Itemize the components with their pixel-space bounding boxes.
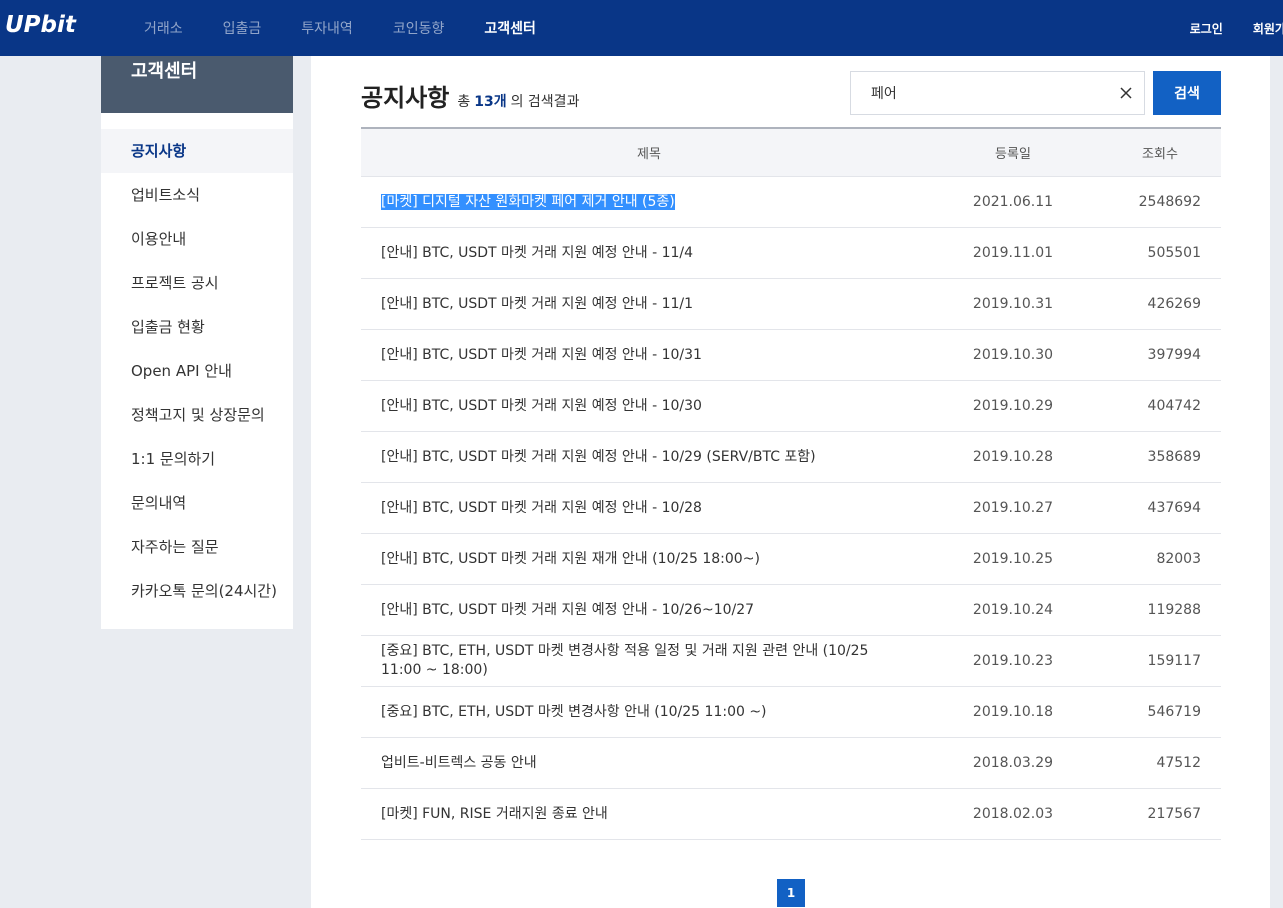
sidebar-item-project-disclosure[interactable]: 프로젝트 공시 — [101, 261, 293, 305]
notice-date: 2019.10.28 — [972, 449, 1054, 465]
notice-views: 397994 — [1147, 347, 1201, 363]
notice-title[interactable]: [마켓] 디지털 자산 원화마켓 페어 제거 안내 (5종) — [381, 193, 675, 210]
sidebar: 고객센터 공지사항 업비트소식 이용안내 프로젝트 공시 입출금 현황 Open… — [101, 56, 293, 629]
notice-table: 제목 등록일 조회수 [마켓] 디지털 자산 원화마켓 페어 제거 안내 (5종… — [361, 127, 1221, 840]
sidebar-item-policy-listing[interactable]: 정책고지 및 상장문의 — [101, 393, 293, 437]
nav-item-coin-trends[interactable]: 코인동향 — [393, 18, 445, 38]
notice-title[interactable]: [중요] BTC, ETH, USDT 마켓 변경사항 안내 (10/25 11… — [361, 703, 937, 722]
notice-views: 505501 — [1147, 245, 1201, 261]
nav-item-investments[interactable]: 투자내역 — [301, 18, 353, 38]
table-row[interactable]: [안내] BTC, USDT 마켓 거래 지원 예정 안내 - 11/1 201… — [361, 279, 1221, 330]
result-prefix: 총 — [457, 94, 471, 110]
notice-date: 2019.10.25 — [972, 551, 1054, 567]
notice-date: 2019.10.27 — [972, 500, 1054, 516]
notice-title[interactable]: [중요] BTC, ETH, USDT 마켓 변경사항 적용 일정 및 거래 지… — [361, 642, 937, 680]
notice-date: 2018.03.29 — [972, 755, 1054, 771]
sidebar-item-inquiry-history[interactable]: 문의내역 — [101, 481, 293, 525]
upbit-logo[interactable]: UPbit — [5, 12, 76, 38]
result-count: 13개 — [474, 94, 507, 110]
notice-date: 2018.02.03 — [972, 806, 1054, 822]
search-input[interactable] — [851, 72, 1091, 114]
notice-views: 404742 — [1147, 398, 1201, 414]
nav-item-deposit-withdraw[interactable]: 입출금 — [223, 18, 262, 38]
notice-title[interactable]: [안내] BTC, USDT 마켓 거래 지원 예정 안내 - 10/30 — [361, 397, 937, 416]
search-box — [850, 71, 1145, 115]
notice-views: 2548692 — [1138, 194, 1201, 210]
notice-title[interactable]: [안내] BTC, USDT 마켓 거래 지원 예정 안내 - 11/4 — [361, 244, 937, 263]
notice-date: 2019.11.01 — [972, 245, 1054, 261]
table-header: 제목 등록일 조회수 — [361, 129, 1221, 177]
notice-title[interactable]: [안내] BTC, USDT 마켓 거래 지원 예정 안내 - 10/29 (S… — [361, 448, 937, 467]
notice-title[interactable]: [안내] BTC, USDT 마켓 거래 지원 예정 안내 - 10/28 — [361, 499, 937, 518]
notice-title[interactable]: [안내] BTC, USDT 마켓 거래 지원 예정 안내 - 10/31 — [361, 346, 937, 365]
main-content: 공지사항 총 13개 의 검색결과 검색 제목 등록일 조회수 [마켓] 디지털… — [311, 56, 1270, 908]
main-nav: 거래소 입출금 투자내역 코인동향 고객센터 — [144, 0, 576, 56]
notice-title[interactable]: [안내] BTC, USDT 마켓 거래 지원 예정 안내 - 11/1 — [361, 295, 937, 314]
sidebar-menu: 공지사항 업비트소식 이용안내 프로젝트 공시 입출금 현황 Open API … — [101, 113, 293, 613]
table-row[interactable]: [안내] BTC, USDT 마켓 거래 지원 예정 안내 - 10/26~10… — [361, 585, 1221, 636]
notice-date: 2019.10.30 — [972, 347, 1054, 363]
table-row[interactable]: [안내] BTC, USDT 마켓 거래 지원 재개 안내 (10/25 18:… — [361, 534, 1221, 585]
notice-views: 437694 — [1147, 500, 1201, 516]
notice-title[interactable]: [안내] BTC, USDT 마켓 거래 지원 재개 안내 (10/25 18:… — [361, 550, 937, 569]
column-header-title: 제목 — [637, 147, 661, 162]
sidebar-item-upbit-news[interactable]: 업비트소식 — [101, 173, 293, 217]
search-button[interactable]: 검색 — [1153, 71, 1221, 115]
login-link[interactable]: 로그인 — [1190, 20, 1223, 37]
table-row[interactable]: [마켓] 디지털 자산 원화마켓 페어 제거 안내 (5종) 2021.06.1… — [361, 177, 1221, 228]
result-suffix: 의 검색결과 — [510, 94, 580, 110]
sidebar-item-notices[interactable]: 공지사항 — [101, 129, 293, 173]
sidebar-item-one-on-one[interactable]: 1:1 문의하기 — [101, 437, 293, 481]
notice-date: 2021.06.11 — [972, 194, 1054, 210]
notice-views: 217567 — [1147, 806, 1201, 822]
pagination-page-button[interactable]: 1 — [777, 879, 805, 907]
signup-link[interactable]: 회원가입 — [1253, 20, 1283, 37]
notice-date: 2019.10.24 — [972, 602, 1054, 618]
notice-title[interactable]: [마켓] FUN, RISE 거래지원 종료 안내 — [361, 805, 937, 824]
table-row[interactable]: [안내] BTC, USDT 마켓 거래 지원 예정 안내 - 11/4 201… — [361, 228, 1221, 279]
table-row[interactable]: [안내] BTC, USDT 마켓 거래 지원 예정 안내 - 10/30 20… — [361, 381, 1221, 432]
page-title: 공지사항 총 13개 의 검색결과 — [361, 78, 579, 113]
notice-views: 159117 — [1147, 653, 1201, 669]
account-links: 로그인 회원가입 — [1160, 0, 1283, 56]
notice-date: 2019.10.31 — [972, 296, 1054, 312]
top-navigation-bar: UPbit 거래소 입출금 투자내역 코인동향 고객센터 로그인 회원가입 — [0, 0, 1283, 56]
sidebar-item-deposit-status[interactable]: 입출금 현황 — [101, 305, 293, 349]
nav-item-exchange[interactable]: 거래소 — [144, 18, 183, 38]
sidebar-item-kakaotalk[interactable]: 카카오톡 문의(24시간) — [101, 569, 293, 613]
table-row[interactable]: [안내] BTC, USDT 마켓 거래 지원 예정 안내 - 10/31 20… — [361, 330, 1221, 381]
close-icon[interactable] — [1118, 85, 1134, 101]
notice-views: 119288 — [1147, 602, 1201, 618]
nav-item-customer-center[interactable]: 고객센터 — [484, 18, 536, 38]
table-row[interactable]: 업비트-비트렉스 공동 안내 2018.03.29 47512 — [361, 738, 1221, 789]
page-title-text: 공지사항 — [361, 84, 450, 112]
column-header-views: 조회수 — [1142, 147, 1178, 162]
sidebar-item-usage-guide[interactable]: 이용안내 — [101, 217, 293, 261]
table-row[interactable]: [마켓] FUN, RISE 거래지원 종료 안내 2018.02.03 217… — [361, 789, 1221, 840]
sidebar-item-faq[interactable]: 자주하는 질문 — [101, 525, 293, 569]
notice-views: 47512 — [1156, 755, 1201, 771]
table-row[interactable]: [안내] BTC, USDT 마켓 거래 지원 예정 안내 - 10/29 (S… — [361, 432, 1221, 483]
table-row[interactable]: [중요] BTC, ETH, USDT 마켓 변경사항 안내 (10/25 11… — [361, 687, 1221, 738]
notice-date: 2019.10.23 — [972, 653, 1054, 669]
notice-title[interactable]: 업비트-비트렉스 공동 안내 — [361, 754, 937, 773]
notice-views: 82003 — [1156, 551, 1201, 567]
notice-title[interactable]: [안내] BTC, USDT 마켓 거래 지원 예정 안내 - 10/26~10… — [361, 601, 937, 620]
notice-date: 2019.10.18 — [972, 704, 1054, 720]
notice-views: 426269 — [1147, 296, 1201, 312]
sidebar-title: 고객센터 — [101, 56, 293, 113]
notice-date: 2019.10.29 — [972, 398, 1054, 414]
table-row[interactable]: [안내] BTC, USDT 마켓 거래 지원 예정 안내 - 10/28 20… — [361, 483, 1221, 534]
notice-views: 358689 — [1147, 449, 1201, 465]
sidebar-item-open-api[interactable]: Open API 안내 — [101, 349, 293, 393]
table-row[interactable]: [중요] BTC, ETH, USDT 마켓 변경사항 적용 일정 및 거래 지… — [361, 636, 1221, 687]
notice-views: 546719 — [1147, 704, 1201, 720]
column-header-date: 등록일 — [995, 147, 1031, 162]
